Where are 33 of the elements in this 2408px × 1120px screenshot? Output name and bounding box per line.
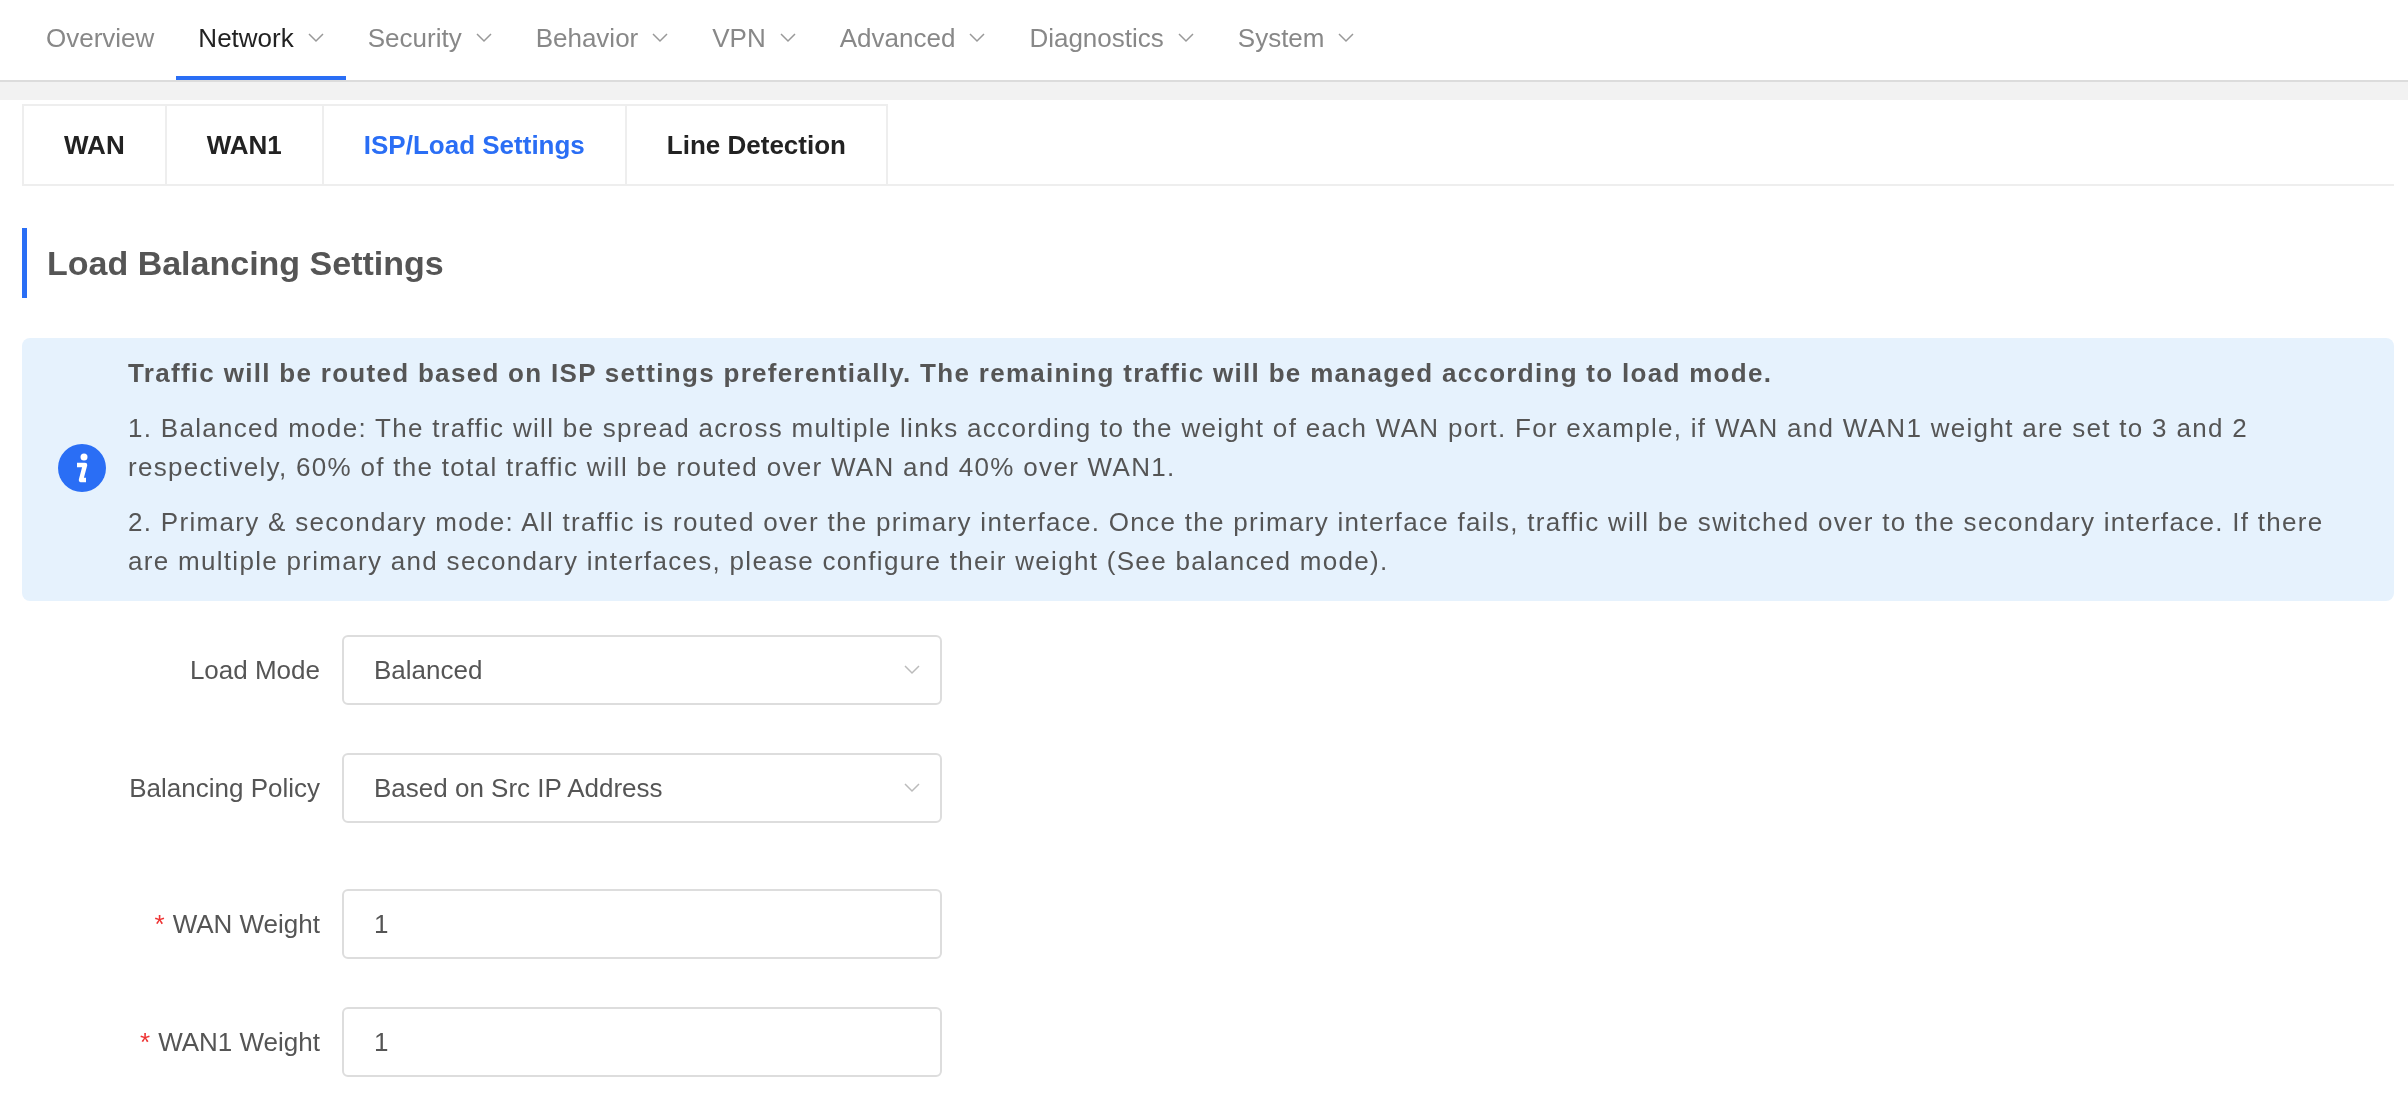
nav-menu-item[interactable]: Behavior [513, 0, 691, 80]
caret-icon [652, 33, 669, 43]
tab[interactable]: Line Detection [624, 104, 888, 184]
info-heading: Traffic will be routed based on ISP settings preferentially. The remaining traffic will be managed according to load mode. [128, 357, 1774, 390]
caret-icon [1177, 33, 1194, 43]
field-label: Balancing Policy [129, 772, 320, 804]
weight-input-field[interactable]: 1 [342, 889, 942, 959]
nav-menu-item[interactable]: System [1215, 0, 1377, 80]
weight-input-field[interactable]: 1 [342, 1007, 942, 1077]
caret-icon [969, 33, 986, 43]
caret-icon [1338, 33, 1355, 43]
nav-menu-item[interactable]: VPN [690, 0, 818, 80]
chevron-icon [904, 665, 920, 675]
tab[interactable]: WAN [22, 104, 167, 184]
section-heading: Load Balancing Settings [47, 243, 444, 283]
info-text: 2. Primary & secondary mode: All traffic is routed over the primary interface. Once the primary interface fails, traffic will be switched over to the secondary interface. If there are multiple primary and secondary interfaces, please configure their weight (See balanced mode). [128, 506, 2325, 578]
required-mark: * [140, 1026, 151, 1058]
caret-icon [779, 33, 796, 43]
field-label: Load Mode [189, 654, 320, 686]
field-label: WAN1 Weight [158, 1026, 320, 1058]
nav-menu-item[interactable]: Security [345, 0, 514, 80]
required-mark: * [154, 908, 165, 940]
nav-menu-item[interactable]: Diagnostics [1007, 0, 1216, 80]
dropdown-field[interactable]: Based on Src IP Address [342, 753, 942, 823]
nav-menu-item[interactable]: Overview [24, 0, 177, 80]
caret-icon [475, 33, 492, 43]
field-label: WAN Weight [172, 908, 320, 940]
caret-icon [307, 33, 324, 43]
info-text: 1. Balanced mode: The traffic will be spread across multiple links according to the weight of each WAN port. For example, if WAN and WAN1 weight are set to 3 and 2 respectively, 60% of the total traffic will be routed over WAN and 40% over WAN1. [128, 412, 2249, 484]
info-icon [58, 443, 106, 492]
nav-menu-item[interactable]: Advanced [817, 0, 1008, 80]
dropdown-field[interactable]: Balanced [342, 635, 942, 705]
chevron-icon [904, 783, 920, 793]
